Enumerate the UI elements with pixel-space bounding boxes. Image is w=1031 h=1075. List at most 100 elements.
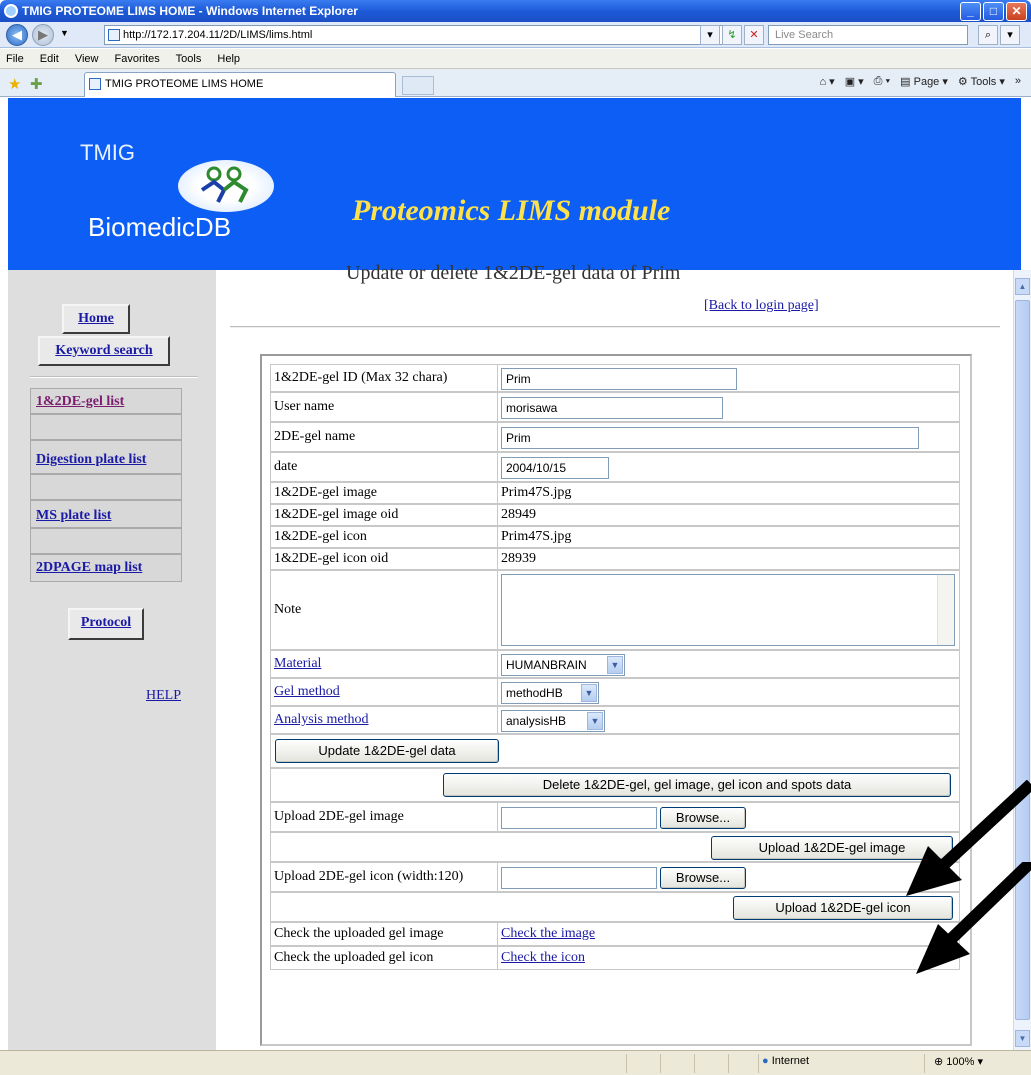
menu-tools[interactable]: Tools — [176, 53, 202, 65]
table-row: User name morisawa — [270, 392, 960, 422]
history-dropdown-icon[interactable]: ▼ — [60, 28, 69, 38]
analysis-method-link[interactable]: Analysis method — [274, 712, 369, 728]
logo-biomedicdb-text: BiomedicDB — [88, 212, 232, 242]
gel-method-link[interactable]: Gel method — [274, 684, 340, 700]
table-row: Note — [270, 570, 960, 650]
biomedicdb-logo-icon — [178, 160, 274, 212]
table-row: Upload 2DE-gel icon (width:120) Browse..… — [270, 862, 960, 892]
table-row: Upload 1&2DE-gel image — [270, 832, 960, 862]
sidebar: Home Keyword search 1&2DE-gel list Diges… — [8, 270, 216, 1050]
feeds-icon[interactable]: ▣ ▾ — [845, 75, 864, 88]
page-menu[interactable]: ▤ Page ▾ — [900, 75, 948, 88]
address-input[interactable]: http://172.17.204.11/2D/LIMS/lims.html — [104, 25, 724, 45]
status-divider — [660, 1054, 661, 1073]
status-divider — [924, 1054, 925, 1073]
gel-form: 1&2DE-gel ID (Max 32 chara) Prim User na… — [260, 354, 972, 1046]
sidebar-item-ms-list[interactable]: MS plate list — [36, 508, 111, 524]
material-select[interactable]: HUMANBRAIN ▼ — [501, 654, 625, 676]
date-cell: 2004/10/15 — [498, 453, 959, 481]
help-link[interactable]: HELP — [146, 688, 181, 704]
gel-image-value: Prim47S.jpg — [501, 485, 572, 500]
home-button[interactable]: Home — [62, 304, 130, 334]
table-row: Check the uploaded gel image Check the i… — [270, 922, 960, 946]
menu-view[interactable]: View — [75, 53, 99, 65]
material-link[interactable]: Material — [274, 656, 321, 672]
material-cell: HUMANBRAIN ▼ — [498, 651, 959, 677]
user-name-input[interactable]: morisawa — [501, 397, 723, 419]
note-scrollbar[interactable] — [937, 575, 954, 645]
user-name-label: User name — [271, 393, 498, 421]
tools-menu[interactable]: ⚙ Tools ▾ — [958, 75, 1005, 88]
search-icon[interactable]: ⌕ — [978, 25, 998, 45]
check-icon-link[interactable]: Check the icon — [501, 950, 585, 966]
search-options-icon[interactable]: ▾ — [1000, 25, 1020, 45]
table-row: Check the uploaded gel icon Check the ic… — [270, 946, 960, 970]
close-button[interactable]: ✕ — [1006, 2, 1027, 21]
security-zone: ● Internet — [762, 1055, 809, 1067]
page-icon — [89, 78, 101, 90]
gel-image-label: 1&2DE-gel image — [271, 483, 498, 503]
upload-icon-file-input[interactable] — [501, 867, 657, 889]
note-textarea[interactable] — [501, 574, 955, 646]
upload-image-file-input[interactable] — [501, 807, 657, 829]
user-name-cell: morisawa — [498, 393, 959, 421]
table-row: date 2004/10/15 — [270, 452, 960, 482]
gel-method-value: methodHB — [506, 686, 563, 700]
date-input[interactable]: 2004/10/15 — [501, 457, 609, 479]
back-icon[interactable]: ◀ — [6, 24, 28, 46]
maximize-button[interactable]: □ — [983, 2, 1004, 21]
gel-image-oid-value: 28949 — [501, 507, 536, 522]
table-row: 1&2DE-gel icon Prim47S.jpg — [270, 526, 960, 548]
scroll-up-icon[interactable]: ▲ — [1015, 278, 1030, 295]
analysis-method-select[interactable]: analysisHB ▼ — [501, 710, 605, 732]
sidebar-item-gel-list[interactable]: 1&2DE-gel list — [36, 394, 124, 410]
gel-method-select[interactable]: methodHB ▼ — [501, 682, 599, 704]
refresh-icon[interactable]: ↯ — [722, 25, 742, 45]
gel-name-input[interactable]: Prim — [501, 427, 919, 449]
page-banner: TMIG BiomedicDB Proteomics LIMS module — [8, 98, 1021, 270]
material-label: Material — [271, 651, 498, 677]
keyword-search-button[interactable]: Keyword search — [38, 336, 170, 366]
browse-icon-button[interactable]: Browse... — [660, 867, 746, 889]
live-search-input[interactable]: Live Search — [768, 25, 968, 45]
sidebar-item-2dpage-list[interactable]: 2DPAGE map list — [36, 560, 142, 576]
new-tab-button[interactable] — [402, 76, 434, 95]
back-to-login-link[interactable]: [Back to login page] — [704, 298, 819, 314]
home-icon[interactable]: ⌂ ▾ — [819, 75, 834, 88]
tab-lims-home[interactable]: TMIG PROTEOME LIMS HOME — [84, 72, 396, 97]
menu-edit[interactable]: Edit — [40, 53, 59, 65]
table-row: 1&2DE-gel icon oid 28939 — [270, 548, 960, 570]
menu-favorites[interactable]: Favorites — [115, 53, 160, 65]
analysis-method-label: Analysis method — [271, 707, 498, 733]
table-row: Upload 1&2DE-gel icon — [270, 892, 960, 922]
delete-gel-button[interactable]: Delete 1&2DE-gel, gel image, gel icon an… — [443, 773, 951, 797]
upload-icon-label: Upload 2DE-gel icon (width:120) — [271, 863, 498, 891]
check-image-link[interactable]: Check the image — [501, 926, 595, 942]
zoom-icon: ⊕ — [934, 1056, 944, 1068]
scroll-down-icon[interactable]: ▼ — [1015, 1030, 1030, 1047]
menu-help[interactable]: Help — [217, 53, 240, 65]
favorites-star-icon[interactable]: ★ — [8, 75, 21, 93]
zoom-control[interactable]: ⊕ 100% ▾ — [934, 1055, 983, 1068]
chevron-down-icon: ▼ — [607, 656, 623, 674]
sidebar-item-digestion-list[interactable]: Digestion plate list — [36, 452, 146, 468]
forward-icon[interactable]: ▶ — [32, 24, 54, 46]
table-row: 1&2DE-gel image oid 28949 — [270, 504, 960, 526]
browse-image-button[interactable]: Browse... — [660, 807, 746, 829]
print-icon[interactable]: ⎙ ▾ — [874, 75, 890, 88]
stop-icon[interactable]: ✕ — [744, 25, 764, 45]
upload-image-label: Upload 2DE-gel image — [271, 803, 498, 831]
minimize-button[interactable]: _ — [960, 2, 981, 21]
gel-id-label: 1&2DE-gel ID (Max 32 chara) — [271, 365, 498, 391]
chevron-more-icon[interactable]: » — [1015, 75, 1021, 88]
add-favorite-icon[interactable]: ✚ — [30, 75, 43, 93]
address-dropdown-icon[interactable]: ▾ — [700, 25, 720, 45]
menu-file[interactable]: File — [6, 53, 24, 65]
update-gel-button[interactable]: Update 1&2DE-gel data — [275, 739, 499, 763]
protocol-button[interactable]: Protocol — [68, 608, 144, 640]
status-divider — [626, 1054, 627, 1073]
sidebar-divider — [30, 376, 198, 378]
chevron-down-icon: ▼ — [581, 684, 597, 702]
gel-id-input[interactable]: Prim — [501, 368, 737, 390]
address-text: http://172.17.204.11/2D/LIMS/lims.html — [123, 29, 313, 41]
